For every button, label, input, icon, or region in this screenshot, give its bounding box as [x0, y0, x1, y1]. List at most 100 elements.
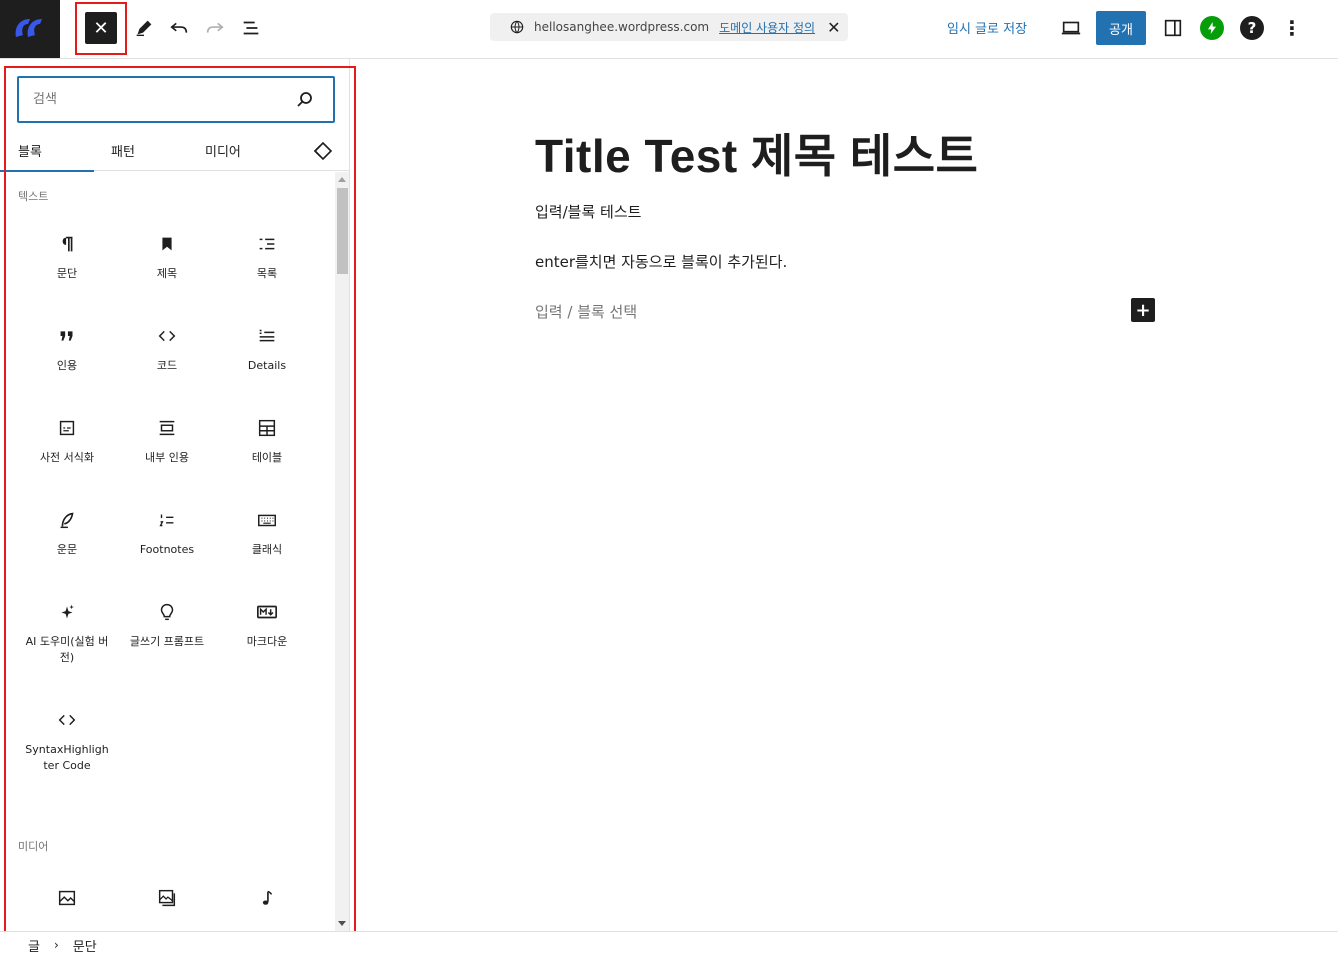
quote-icon [60, 331, 73, 341]
verse-feather-icon [60, 512, 74, 529]
more-options-button[interactable]: ⋮ [1280, 14, 1304, 42]
pen-icon [136, 20, 152, 37]
redo-icon [206, 22, 224, 33]
breadcrumb-post[interactable]: 글 [28, 936, 40, 955]
wp-logo-icon [15, 19, 42, 37]
image-icon [58, 890, 76, 906]
block-search-input[interactable] [33, 92, 283, 107]
lightbulb-icon [160, 603, 174, 621]
block-writing-prompt[interactable]: 글쓰기 프롬프트 [117, 586, 217, 694]
close-icon[interactable]: ✕ [827, 18, 840, 37]
block-syntaxhighlighter[interactable]: SyntaxHighlighter Code [17, 694, 117, 802]
footnotes-icon [159, 514, 174, 527]
sparkle-icon [61, 604, 74, 619]
code-icon [158, 330, 176, 342]
search-icon[interactable] [295, 90, 315, 110]
paragraph-block[interactable]: 입력/블록 테스트 [535, 201, 641, 222]
details-icon [259, 329, 275, 342]
jetpack-button[interactable] [1200, 16, 1224, 40]
block-paragraph[interactable]: 문단 [17, 218, 117, 310]
category-title-media: 미디어 [18, 840, 49, 853]
markdown-icon [257, 605, 277, 619]
block-heading[interactable]: 제목 [117, 218, 217, 310]
inserter-scrollbar[interactable] [335, 172, 349, 931]
block-label: 테이블 [251, 451, 283, 464]
list-icon [259, 238, 275, 250]
block-markdown[interactable]: 마크다운 [217, 586, 317, 694]
document-bar[interactable]: hellosanghee.wordpress.com 도메인 사용자 정의 ✕ [490, 13, 848, 41]
settings-sidebar-button[interactable] [1160, 14, 1186, 42]
block-inserter-panel: 블록 패턴 미디어 텍스트 문단 제목 목록 인용 [0, 59, 350, 931]
tab-patterns[interactable]: 패턴 [111, 129, 135, 171]
chevron-right-icon: › [53, 938, 59, 952]
empty-block-placeholder[interactable]: 입력 / 블록 선택 [535, 301, 637, 322]
sidebar-icon [1164, 19, 1182, 37]
block-label: 클래식 [251, 543, 283, 556]
undo-icon [170, 22, 188, 33]
block-preformatted[interactable]: 사전 서식화 [17, 402, 117, 494]
inserter-tabs: 블록 패턴 미디어 [0, 129, 349, 172]
reusable-blocks-icon[interactable] [312, 140, 334, 162]
pullquote-icon [159, 420, 175, 436]
block-quote[interactable]: 인용 [17, 310, 117, 402]
save-draft-button[interactable]: 임시 글로 저장 [947, 18, 1027, 37]
tab-blocks[interactable]: 블록 [0, 129, 94, 172]
table-icon [258, 419, 276, 437]
undo-button[interactable] [165, 14, 193, 42]
block-code[interactable]: 코드 [117, 310, 217, 402]
gallery-icon [158, 889, 176, 907]
preview-button[interactable] [1058, 14, 1084, 42]
block-gallery[interactable] [117, 872, 217, 931]
block-image[interactable] [17, 872, 117, 931]
block-search[interactable] [17, 76, 335, 123]
scroll-down-icon[interactable] [338, 921, 346, 926]
redo-button[interactable] [201, 14, 229, 42]
list-view-icon [243, 21, 259, 35]
block-verse[interactable]: 운문 [17, 494, 117, 586]
site-logo[interactable] [0, 0, 60, 58]
tab-media[interactable]: 미디어 [205, 129, 241, 171]
block-breadcrumb: 글 › 문단 [0, 931, 1338, 958]
scroll-thumb[interactable] [337, 188, 348, 274]
customize-domain-link[interactable]: 도메인 사용자 정의 [719, 19, 815, 36]
block-label: Footnotes [139, 543, 195, 556]
block-label: 내부 인용 [145, 451, 189, 464]
publish-button[interactable]: 공개 [1096, 11, 1146, 45]
block-list-item[interactable]: 목록 [217, 218, 317, 310]
globe-icon [510, 20, 524, 34]
breadcrumb-paragraph[interactable]: 문단 [73, 936, 97, 955]
post-title[interactable]: Title Test 제목 테스트 [535, 120, 978, 186]
site-url: hellosanghee.wordpress.com [534, 20, 710, 34]
block-label: 마크다운 [246, 635, 288, 648]
block-label: 문단 [56, 267, 78, 280]
paragraph-block[interactable]: enter를치면 자동으로 블록이 추가된다. [535, 251, 787, 272]
block-list: 텍스트 문단 제목 목록 인용 코드 Details 사전 서식화 내부 인용 … [0, 172, 349, 931]
block-label: Details [247, 359, 287, 372]
heading-bookmark-icon [162, 237, 172, 251]
scroll-up-icon[interactable] [338, 177, 346, 182]
block-footnotes[interactable]: Footnotes [117, 494, 217, 586]
document-overview-button[interactable] [237, 14, 265, 42]
keyboard-icon [258, 514, 276, 527]
block-label: 사전 서식화 [39, 451, 95, 464]
audio-icon [262, 890, 273, 905]
media-blocks-grid [17, 872, 317, 931]
jetpack-bolt-icon [1208, 22, 1216, 34]
block-label: SyntaxHighlighter Code [25, 743, 109, 772]
category-title-text: 텍스트 [18, 190, 49, 203]
block-classic[interactable]: 클래식 [217, 494, 317, 586]
block-pullquote[interactable]: 내부 인용 [117, 402, 217, 494]
close-inserter-button[interactable]: ✕ [85, 12, 117, 44]
add-block-button[interactable]: + [1131, 298, 1155, 322]
code-icon [58, 714, 76, 726]
block-details[interactable]: Details [217, 310, 317, 402]
block-table[interactable]: 테이블 [217, 402, 317, 494]
block-label: 인용 [56, 359, 78, 372]
block-ai-assistant[interactable]: AI 도우미(실험 버전) [17, 586, 117, 694]
help-button[interactable]: ? [1240, 16, 1264, 40]
tools-pen-button[interactable] [130, 14, 158, 42]
preformatted-icon [59, 420, 75, 436]
block-audio[interactable] [217, 872, 317, 931]
block-label: 운문 [56, 543, 78, 556]
editor-header: ✕ hellosanghee.wordpress.com 도메인 사용자 정의 … [0, 0, 1338, 59]
